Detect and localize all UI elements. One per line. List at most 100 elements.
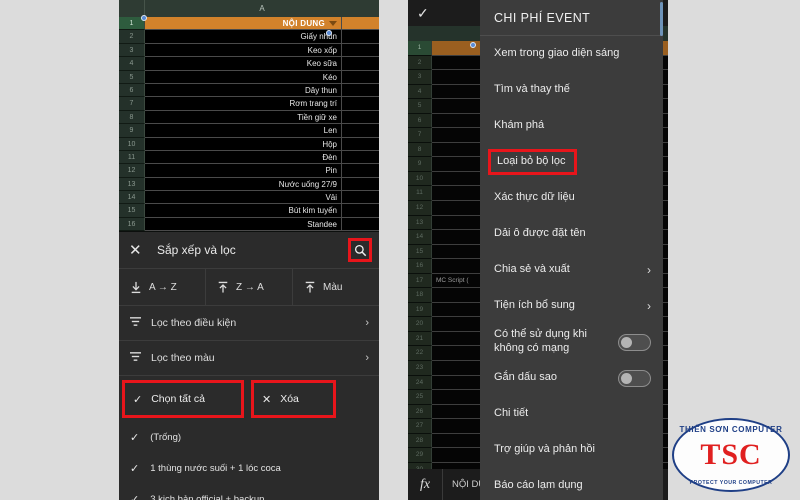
table-row[interactable]: 1 NỘI DUNG — [119, 17, 379, 31]
select-all-button[interactable]: ✓ Chọn tất cả — [122, 380, 244, 418]
row-number[interactable]: 10 — [119, 137, 145, 151]
row-number[interactable]: 27 — [408, 419, 432, 434]
table-cell[interactable] — [341, 124, 379, 138]
table-cell[interactable]: Pin — [145, 164, 341, 178]
row-number[interactable]: 24 — [408, 375, 432, 391]
table-cell[interactable]: Kéo — [145, 70, 341, 84]
table-row[interactable]: 9 Len — [119, 124, 379, 138]
row-number[interactable]: 16 — [408, 259, 432, 274]
row-number[interactable]: 9 — [408, 157, 432, 172]
row-number[interactable]: 12 — [408, 201, 432, 216]
list-item[interactable]: ✓ 3 kịch bản official + backup — [119, 484, 379, 500]
table-row[interactable]: 16 Standee — [119, 217, 379, 232]
selection-handle-top[interactable] — [141, 15, 147, 21]
row-number[interactable]: 14 — [408, 230, 432, 245]
table-cell[interactable] — [341, 217, 379, 232]
menu-item[interactable]: Chia sẻ và xuất › — [480, 252, 663, 288]
menu-item[interactable]: Loại bỏ bộ lọc — [480, 144, 663, 180]
filter-by-condition-row[interactable]: Lọc theo điều kiện › — [119, 306, 379, 341]
row-number[interactable]: 17 — [408, 273, 432, 289]
table-cell[interactable]: Keo sữa — [145, 57, 341, 71]
menu-item[interactable]: Gắn dấu sao — [480, 360, 663, 396]
row-number[interactable]: 11 — [408, 186, 432, 202]
row-number[interactable]: 15 — [408, 244, 432, 260]
table-cell[interactable]: Keo xốp — [145, 43, 341, 58]
row-number[interactable]: 26 — [408, 404, 432, 420]
table-cell[interactable] — [341, 150, 379, 165]
row-number[interactable]: 19 — [408, 302, 432, 318]
row-number[interactable]: 22 — [408, 346, 432, 362]
row-number[interactable]: 29 — [408, 448, 432, 463]
table-row[interactable]: 11 Đèn — [119, 150, 379, 165]
selection-handle-bottom[interactable] — [326, 30, 332, 36]
row-number[interactable]: 1 — [408, 41, 432, 56]
menu-item[interactable]: Có thể sử dụng khi không có mạng — [480, 324, 663, 360]
menu-item[interactable]: Chi tiết — [480, 396, 663, 432]
sort-by-color-button[interactable]: Màu — [292, 269, 379, 305]
row-number[interactable]: 4 — [408, 84, 432, 100]
row-number[interactable]: 15 — [119, 204, 145, 218]
row-number[interactable]: 20 — [408, 317, 432, 332]
table-cell[interactable] — [341, 164, 379, 178]
filter-dropdown-icon[interactable] — [329, 21, 337, 27]
row-number[interactable]: 9 — [119, 124, 145, 138]
row-number[interactable]: 25 — [408, 390, 432, 405]
table-cell[interactable] — [341, 17, 379, 31]
menu-item[interactable]: Trợ giúp và phản hồi — [480, 432, 663, 468]
row-number[interactable]: 3 — [119, 43, 145, 58]
row-number[interactable]: 23 — [408, 361, 432, 376]
table-cell[interactable] — [341, 191, 379, 205]
row-number[interactable]: 2 — [408, 55, 432, 71]
table-row[interactable]: 4 Keo sữa — [119, 57, 379, 71]
search-icon-highlight[interactable] — [348, 238, 372, 262]
table-cell[interactable]: Vải — [145, 191, 341, 205]
grid-corner[interactable] — [119, 0, 145, 17]
sort-a-to-z-button[interactable]: A → Z — [119, 269, 205, 305]
table-row[interactable]: 3 Keo xốp — [119, 43, 379, 58]
row-number[interactable]: 18 — [408, 288, 432, 303]
menu-item[interactable]: Xem trong giao diện sáng — [480, 36, 663, 72]
row-number[interactable]: 5 — [408, 99, 432, 114]
close-icon[interactable]: ✕ — [129, 243, 147, 258]
menu-item[interactable]: Xác thực dữ liệu — [480, 180, 663, 216]
table-cell[interactable] — [341, 204, 379, 218]
table-row[interactable]: 14 Vải — [119, 191, 379, 205]
table-cell[interactable] — [341, 137, 379, 151]
toggle-switch[interactable] — [618, 333, 651, 351]
table-cell[interactable] — [341, 57, 379, 71]
table-row[interactable]: 6 Dây thun — [119, 83, 379, 98]
clear-button[interactable]: ✕ Xóa — [251, 380, 336, 418]
table-row[interactable]: 2 Giấy nhún — [119, 30, 379, 44]
column-header-a[interactable]: A — [145, 0, 379, 17]
table-cell[interactable]: Giấy nhún — [145, 30, 341, 44]
table-cell[interactable] — [341, 70, 379, 84]
table-cell[interactable]: Nước uống 27/9 — [145, 177, 341, 192]
row-number[interactable]: 8 — [119, 110, 145, 125]
table-cell[interactable]: Đèn — [145, 150, 341, 165]
table-cell[interactable]: NỘI DUNG — [145, 17, 341, 31]
table-row[interactable]: 10 Hộp — [119, 137, 379, 151]
row-number[interactable]: 6 — [408, 113, 432, 129]
filter-by-color-row[interactable]: Lọc theo màu › — [119, 341, 379, 376]
table-row[interactable]: 15 Bút kim tuyến — [119, 204, 379, 218]
row-number[interactable]: 7 — [408, 128, 432, 143]
row-number[interactable]: 4 — [119, 57, 145, 71]
table-cell[interactable] — [341, 97, 379, 111]
table-cell[interactable]: Standee — [145, 217, 341, 232]
table-row[interactable]: 5 Kéo — [119, 70, 379, 84]
table-cell[interactable]: Rơm trang trí — [145, 97, 341, 111]
table-cell[interactable] — [341, 83, 379, 98]
table-cell[interactable] — [341, 110, 379, 125]
table-cell[interactable]: Len — [145, 124, 341, 138]
row-number[interactable]: 16 — [119, 217, 145, 232]
row-number[interactable]: 28 — [408, 433, 432, 449]
table-cell[interactable]: Hộp — [145, 137, 341, 151]
sort-z-to-a-button[interactable]: Z → A — [205, 269, 292, 305]
row-number[interactable]: 14 — [119, 191, 145, 205]
table-cell[interactable]: Dây thun — [145, 83, 341, 98]
menu-item[interactable]: Báo cáo lạm dụng — [480, 468, 663, 500]
row-number[interactable]: 8 — [408, 142, 432, 158]
table-cell[interactable]: Bút kim tuyến — [145, 204, 341, 218]
row-number[interactable]: 5 — [119, 70, 145, 84]
row-number[interactable]: 21 — [408, 331, 432, 347]
